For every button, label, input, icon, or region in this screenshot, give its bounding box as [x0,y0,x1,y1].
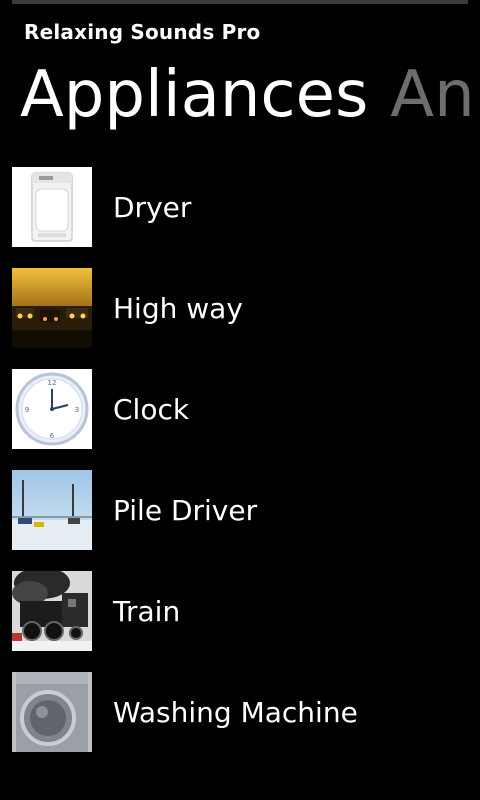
list-item-pile-driver[interactable]: Pile Driver [0,470,480,571]
pivot-tab-appliances[interactable]: Appliances [20,58,368,132]
list-item-washing-machine[interactable]: Washing Machine [0,672,480,773]
pivot-header: Appliances Ani [20,56,480,134]
list-item-dryer[interactable]: Dryer [0,167,480,268]
svg-text:3: 3 [75,406,79,414]
list-item-highway[interactable]: High way [0,268,480,369]
list-item-label: Train [113,595,181,628]
list-item-label: Pile Driver [113,494,258,527]
pile-driver-image [12,470,92,550]
list-item-train[interactable]: Train [0,571,480,672]
top-status-bar [12,0,468,4]
app-title: Relaxing Sounds Pro [24,20,261,44]
sound-list: Dryer High way 12 3 6 9 Clock Pile Drive… [0,167,480,773]
train-image [12,571,92,651]
list-item-label: Clock [113,393,190,426]
svg-text:9: 9 [25,406,29,414]
dryer-image [12,167,92,247]
list-item-clock[interactable]: 12 3 6 9 Clock [0,369,480,470]
list-item-label: Washing Machine [113,696,358,729]
svg-text:6: 6 [50,432,55,440]
list-item-label: Dryer [113,191,192,224]
svg-text:12: 12 [48,379,57,387]
pivot-tab-next[interactable]: Ani [390,58,480,132]
clock-image: 12 3 6 9 [12,369,92,449]
washing-machine-image [12,672,92,752]
highway-image [12,268,92,348]
list-item-label: High way [113,292,243,325]
